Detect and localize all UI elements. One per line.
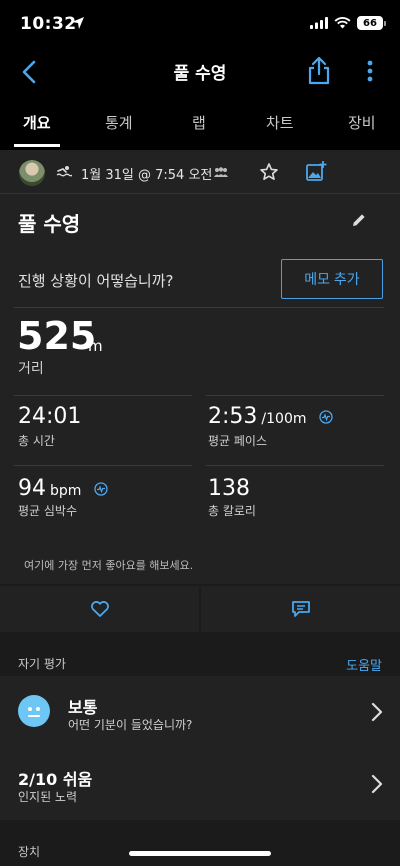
- avg-hr-value: 94: [18, 476, 46, 501]
- activity-title: 풀 수영: [18, 212, 81, 236]
- neutral-face-icon: [18, 695, 50, 727]
- tab-stats[interactable]: 통계: [105, 112, 133, 133]
- tab-bar: 개요 통계 랩 차트 장비: [0, 98, 400, 148]
- help-link[interactable]: 도움말: [346, 655, 382, 674]
- divider: [14, 465, 192, 466]
- nav-bar: 풀 수영: [0, 48, 400, 96]
- avg-pace-value: 2:53: [208, 404, 258, 429]
- social-action-row: [0, 584, 400, 634]
- self-eval-header: 자기 평가: [18, 657, 66, 671]
- edit-pencil-icon[interactable]: [351, 212, 367, 228]
- status-bar: 10:32 66: [0, 0, 400, 48]
- battery-level: 66: [357, 16, 383, 30]
- calories-label: 총 칼로리: [208, 504, 256, 518]
- comment-icon: [291, 601, 310, 617]
- share-icon[interactable]: [306, 56, 332, 86]
- total-time-label: 총 시간: [18, 434, 55, 448]
- location-arrow-icon: [72, 17, 84, 29]
- tab-gear[interactable]: 장비: [348, 112, 376, 133]
- activity-summary-card: 1월 31일 @ 7:54 오전 풀 수영 진행 상황이 어떻습니까? 메모 추…: [0, 150, 400, 634]
- content-area: 1월 31일 @ 7:54 오전 풀 수영 진행 상황이 어떻습니까? 메모 추…: [0, 150, 400, 866]
- comment-button[interactable]: [201, 586, 400, 632]
- battery-icon: 66: [357, 16, 386, 30]
- avg-hr-stat: 94 bpm: [18, 476, 109, 501]
- calories-value: 138: [208, 476, 250, 501]
- activity-date: 1월 31일 @ 7:54 오전: [81, 168, 213, 183]
- divider: [14, 307, 384, 308]
- pulse-icon: [319, 410, 334, 424]
- pulse-icon: [94, 482, 109, 496]
- distance-label: 거리: [18, 361, 44, 377]
- wifi-icon: [334, 17, 351, 29]
- page-title: 풀 수영: [173, 64, 227, 84]
- chevron-right-icon: [371, 702, 383, 722]
- home-indicator[interactable]: [129, 851, 271, 856]
- add-photo-icon[interactable]: [305, 160, 327, 182]
- avg-pace-label: 평균 페이스: [208, 434, 268, 448]
- avg-pace-stat: 2:53/100m: [208, 404, 334, 429]
- effort-row[interactable]: 2/10 쉬움 인지된 노력: [0, 748, 400, 820]
- total-time-value: 24:01: [18, 404, 82, 429]
- tab-overview[interactable]: 개요: [23, 112, 51, 133]
- group-icon[interactable]: [213, 166, 229, 178]
- add-memo-button[interactable]: 메모 추가: [281, 259, 383, 299]
- avg-hr-label: 평균 심박수: [18, 504, 78, 518]
- status-time: 10:32: [20, 14, 77, 34]
- divider: [206, 395, 384, 396]
- device-header: 장치: [18, 845, 41, 859]
- effort-subtitle: 인지된 노력: [18, 790, 78, 804]
- distance-value: 525: [17, 314, 97, 358]
- avg-pace-unit: /100m: [261, 411, 307, 427]
- swim-icon: [56, 166, 72, 177]
- like-button[interactable]: [0, 586, 199, 632]
- avg-hr-unit: bpm: [50, 483, 82, 499]
- status-indicators: 66: [310, 16, 386, 30]
- star-icon[interactable]: [259, 162, 279, 182]
- feel-row[interactable]: 보통 어떤 기분이 들었습니까?: [0, 676, 400, 748]
- avatar[interactable]: [19, 160, 45, 186]
- progress-question: 진행 상황이 어떻습니까?: [18, 272, 174, 290]
- like-hint: 여기에 가장 먼저 좋아요를 해보세요.: [24, 559, 194, 572]
- feel-title: 보통: [68, 698, 98, 717]
- divider: [206, 465, 384, 466]
- tab-laps[interactable]: 랩: [192, 112, 206, 133]
- effort-title: 2/10 쉬움: [18, 770, 93, 789]
- more-vertical-icon[interactable]: [362, 58, 378, 86]
- signal-icon: [310, 17, 328, 29]
- divider: [14, 395, 192, 396]
- tab-charts[interactable]: 차트: [266, 112, 294, 133]
- activity-meta-row: 1월 31일 @ 7:54 오전: [0, 150, 400, 194]
- chevron-right-icon: [371, 774, 383, 794]
- active-tab-indicator: [14, 144, 60, 147]
- heart-icon: [90, 601, 109, 617]
- feel-subtitle: 어떤 기분이 들었습니까?: [68, 718, 193, 732]
- distance-unit: m: [88, 337, 103, 355]
